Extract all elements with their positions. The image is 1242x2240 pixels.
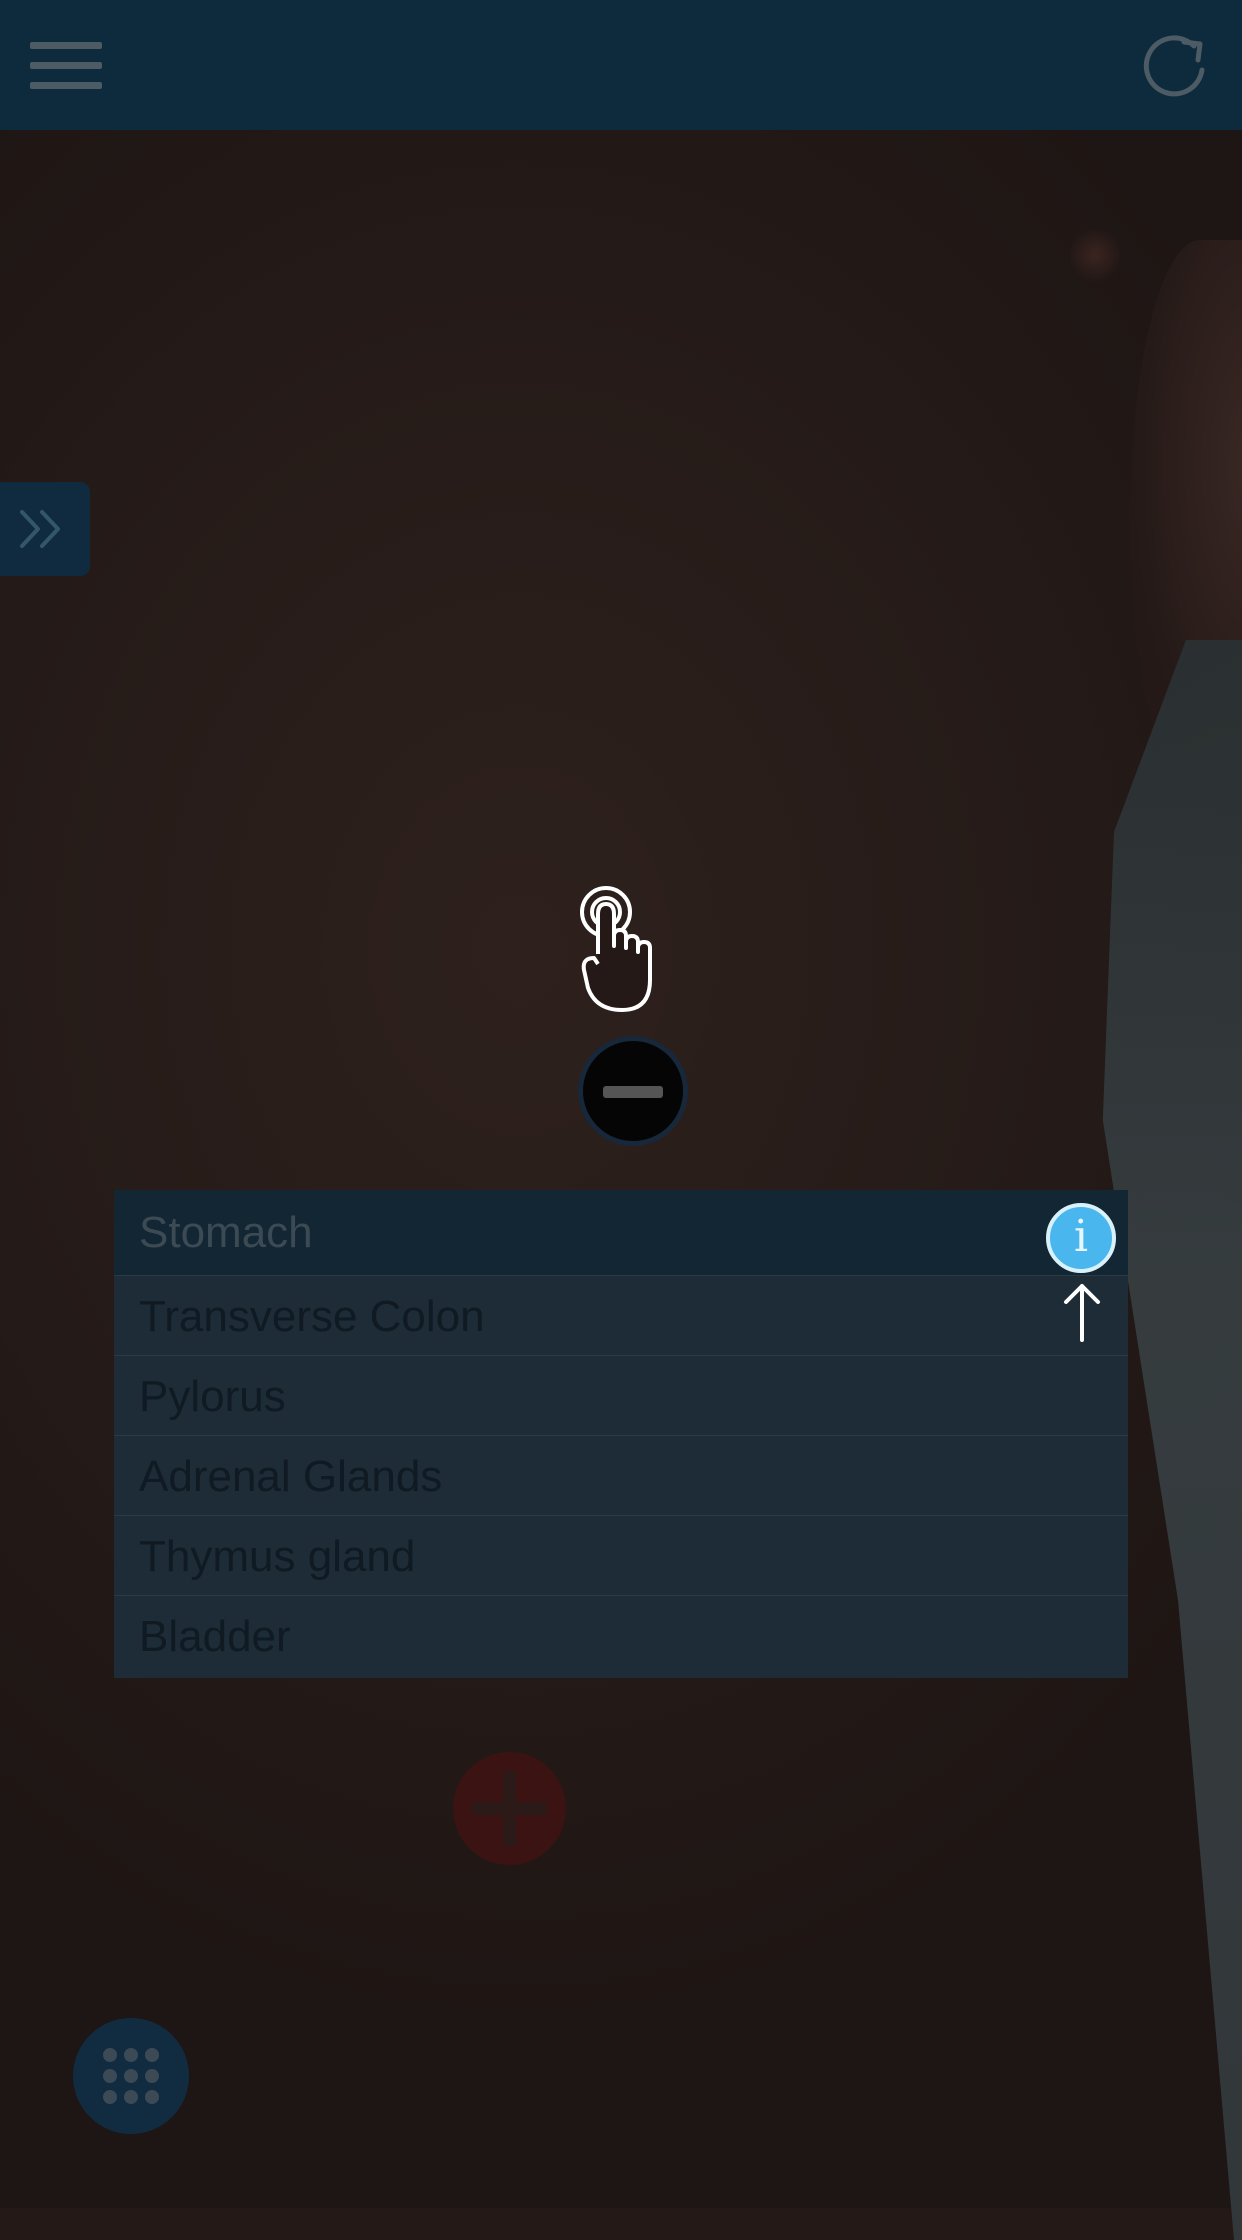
list-item-label: Transverse Colon xyxy=(139,1292,485,1341)
add-layer-button[interactable] xyxy=(453,1752,566,1865)
list-item-selected[interactable]: Stomach xyxy=(114,1190,1128,1276)
organ-list: Stomach Transverse Colon Pylorus Adrenal… xyxy=(114,1190,1128,1678)
list-item-label: Bladder xyxy=(139,1612,291,1661)
double-chevron-right-icon xyxy=(20,510,60,548)
side-drawer-toggle[interactable] xyxy=(0,482,90,576)
list-item[interactable]: Thymus gland xyxy=(114,1516,1128,1596)
top-bar xyxy=(0,0,1242,130)
arrow-up-icon[interactable] xyxy=(1060,1280,1104,1344)
remove-layer-button[interactable] xyxy=(578,1036,688,1146)
list-item-label: Pylorus xyxy=(139,1372,286,1421)
refresh-icon[interactable] xyxy=(1140,30,1216,102)
tap-hand-icon xyxy=(580,886,652,1012)
minus-icon xyxy=(603,1086,663,1098)
hamburger-menu-icon[interactable] xyxy=(30,42,102,90)
torso-nipple xyxy=(1070,225,1120,285)
list-item-label: Adrenal Glands xyxy=(139,1452,443,1501)
list-item[interactable]: Transverse Colon xyxy=(114,1276,1128,1356)
list-item-label: Thymus gland xyxy=(139,1532,416,1581)
list-item[interactable]: Pylorus xyxy=(114,1356,1128,1436)
list-item[interactable]: Bladder xyxy=(114,1596,1128,1676)
list-item-label: Stomach xyxy=(139,1208,313,1257)
grid-menu-button[interactable] xyxy=(73,2018,189,2134)
info-button[interactable]: i xyxy=(1046,1203,1116,1273)
list-item[interactable]: Adrenal Glands xyxy=(114,1436,1128,1516)
grid-dots-icon xyxy=(103,2048,117,2062)
info-icon: i xyxy=(1073,1211,1089,1262)
